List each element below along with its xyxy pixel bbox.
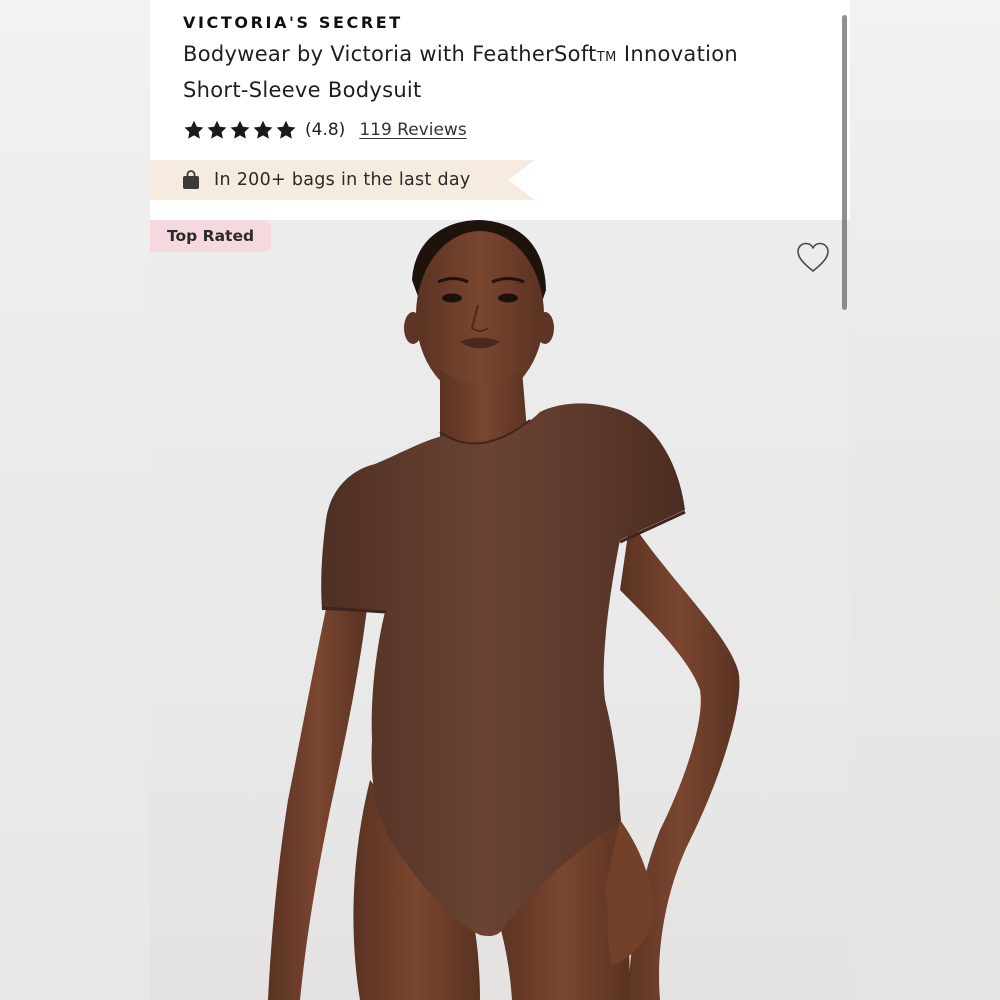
- heart-icon[interactable]: [795, 240, 831, 276]
- scrollbar[interactable]: [842, 15, 847, 310]
- star-icon: [276, 120, 296, 139]
- product-title-main: Bodywear by Victoria with FeatherSoft: [183, 42, 597, 66]
- product-page: VICTORIA'S SECRET Bodywear by Victoria w…: [150, 0, 850, 1000]
- rating-value: (4.8): [305, 120, 346, 140]
- brand-name: VICTORIA'S SECRET: [183, 13, 403, 32]
- product-title: Bodywear by Victoria with FeatherSoftTM …: [183, 38, 833, 106]
- product-image[interactable]: Top Rated: [150, 220, 850, 1000]
- star-icon: [207, 120, 227, 139]
- top-rated-badge: Top Rated: [150, 220, 272, 252]
- model-photo: [268, 220, 740, 1000]
- popularity-banner: In 200+ bags in the last day: [150, 160, 535, 200]
- popularity-text: In 200+ bags in the last day: [214, 170, 471, 190]
- trademark-symbol: TM: [596, 50, 617, 65]
- background-left-panel: [0, 0, 150, 1000]
- shopping-bag-icon: [183, 170, 199, 189]
- star-icon: [253, 120, 273, 139]
- rating-row: (4.8) 119 Reviews: [183, 117, 467, 143]
- star-icon: [184, 120, 204, 139]
- product-title-line2: Short-Sleeve Bodysuit: [183, 78, 422, 102]
- star-icon: [230, 120, 250, 139]
- reviews-link[interactable]: 119 Reviews: [359, 120, 466, 140]
- product-title-after: Innovation: [616, 42, 739, 66]
- background-right-panel: [850, 0, 1000, 1000]
- product-header: VICTORIA'S SECRET Bodywear by Victoria w…: [150, 0, 850, 220]
- star-rating: [183, 119, 297, 141]
